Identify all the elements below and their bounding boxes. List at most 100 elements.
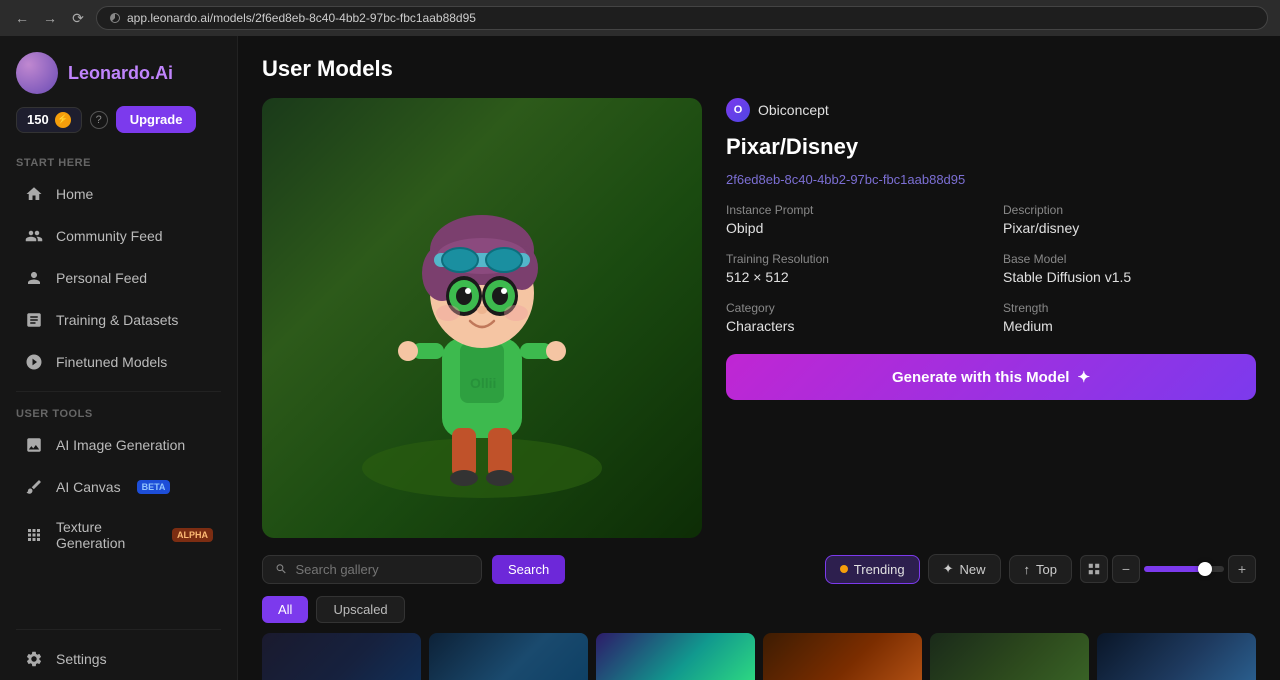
url-bar[interactable]: app.leonardo.ai/models/2f6ed8eb-8c40-4bb… xyxy=(96,6,1268,30)
sparkle-icon: ✦ xyxy=(1077,368,1090,386)
character-illustration: Ollii xyxy=(352,138,612,498)
thumbnail-4[interactable] xyxy=(763,633,922,680)
training-res-value: 512 × 512 xyxy=(726,269,979,285)
author-avatar: O xyxy=(726,98,750,122)
zoom-slider-thumb xyxy=(1198,562,1212,576)
search-button[interactable]: Search xyxy=(492,555,565,584)
page-title: User Models xyxy=(262,56,1256,82)
credits-count: 150 ⚡ xyxy=(16,107,82,133)
sidebar-item-home-label: Home xyxy=(56,186,93,202)
sidebar: Leonardo.Ai 150 ⚡ ? Upgrade Start Here H… xyxy=(0,36,238,680)
url-text: app.leonardo.ai/models/2f6ed8eb-8c40-4bb… xyxy=(127,11,476,25)
sidebar-item-ai-image-label: AI Image Generation xyxy=(56,437,185,453)
section-start-label: Start Here xyxy=(0,149,237,173)
refresh-button[interactable]: ⟳ xyxy=(68,8,88,28)
sidebar-item-ai-image[interactable]: AI Image Generation xyxy=(8,425,229,465)
model-detail: Ollii xyxy=(238,98,1280,554)
zoom-slider[interactable] xyxy=(1144,566,1224,572)
sidebar-item-finetuned-label: Finetuned Models xyxy=(56,354,167,370)
zoom-out-button[interactable]: − xyxy=(1112,555,1140,583)
sidebar-item-settings[interactable]: Settings xyxy=(8,639,229,679)
thumbnail-1[interactable] xyxy=(262,633,421,680)
meta-strength: Strength Medium xyxy=(1003,301,1256,334)
sidebar-item-community-feed[interactable]: Community Feed xyxy=(8,216,229,256)
sidebar-item-ai-canvas-label: AI Canvas xyxy=(56,479,121,495)
instance-prompt-value: Obipd xyxy=(726,220,979,236)
sidebar-item-texture-label: Texture Generation xyxy=(56,519,156,551)
meta-instance-prompt: Instance Prompt Obipd xyxy=(726,203,979,236)
sidebar-logo: Leonardo.Ai xyxy=(0,36,237,106)
category-label: Category xyxy=(726,301,979,315)
svg-text:Ollii: Ollii xyxy=(470,375,496,391)
finetuned-icon xyxy=(24,352,44,372)
top-filter-button[interactable]: ↑ Top xyxy=(1009,555,1072,584)
search-input[interactable] xyxy=(296,562,469,577)
view-controls: − + xyxy=(1080,555,1256,583)
meta-description: Description Pixar/disney xyxy=(1003,203,1256,236)
model-id[interactable]: 2f6ed8eb-8c40-4bb2-97bc-fbc1aab88d95 xyxy=(726,172,1256,187)
community-icon xyxy=(24,226,44,246)
sidebar-item-personal-feed[interactable]: Personal Feed xyxy=(8,258,229,298)
sidebar-item-training[interactable]: Training & Datasets xyxy=(8,300,229,340)
sidebar-item-texture[interactable]: Texture Generation ALPHA xyxy=(8,509,229,561)
instance-prompt-label: Instance Prompt xyxy=(726,203,979,217)
gallery-tags: All Upscaled xyxy=(262,596,1256,623)
sidebar-item-ai-canvas[interactable]: AI Canvas BETA xyxy=(8,467,229,507)
alpha-badge: ALPHA xyxy=(172,528,213,542)
sidebar-item-community-label: Community Feed xyxy=(56,228,163,244)
model-author: O Obiconcept xyxy=(726,98,1256,122)
meta-category: Category Characters xyxy=(726,301,979,334)
search-bar xyxy=(262,555,482,584)
sidebar-item-personal-label: Personal Feed xyxy=(56,270,147,286)
upgrade-button[interactable]: Upgrade xyxy=(116,106,197,133)
grid-view-button[interactable] xyxy=(1080,555,1108,583)
forward-button[interactable]: → xyxy=(40,8,60,28)
page-header: User Models xyxy=(238,36,1280,98)
browser-chrome: ← → ⟳ app.leonardo.ai/models/2f6ed8eb-8c… xyxy=(0,0,1280,36)
thumbnail-6[interactable] xyxy=(1097,633,1256,680)
meta-training-res: Training Resolution 512 × 512 xyxy=(726,252,979,285)
sidebar-bottom-divider xyxy=(16,629,221,630)
category-value: Characters xyxy=(726,318,979,334)
gallery-section: Search Trending ✦ New ↑ Top xyxy=(238,554,1280,680)
texture-icon xyxy=(24,525,44,545)
gallery-controls: Search Trending ✦ New ↑ Top xyxy=(262,554,1256,584)
zoom-in-button[interactable]: + xyxy=(1228,555,1256,583)
home-icon xyxy=(24,184,44,204)
grid-icon xyxy=(1087,562,1101,576)
logo-avatar xyxy=(16,52,58,94)
main-content: User Models Ollii xyxy=(238,36,1280,680)
description-value: Pixar/disney xyxy=(1003,220,1256,236)
tag-all-button[interactable]: All xyxy=(262,596,308,623)
generate-button[interactable]: Generate with this Model ✦ xyxy=(726,354,1256,400)
model-info: O Obiconcept Pixar/Disney 2f6ed8eb-8c40-… xyxy=(726,98,1256,538)
plus-icon: + xyxy=(1238,561,1246,577)
thumbnail-2[interactable] xyxy=(429,633,588,680)
model-meta-grid: Instance Prompt Obipd Description Pixar/… xyxy=(726,203,1256,334)
sidebar-item-settings-label: Settings xyxy=(56,651,107,667)
credits-icon: ⚡ xyxy=(55,112,71,128)
gallery-thumbnails xyxy=(262,633,1256,680)
sidebar-item-training-label: Training & Datasets xyxy=(56,312,178,328)
credits-help-button[interactable]: ? xyxy=(90,111,108,129)
beta-badge: BETA xyxy=(137,480,171,494)
minus-icon: − xyxy=(1122,561,1130,577)
sidebar-item-finetuned[interactable]: Finetuned Models xyxy=(8,342,229,382)
top-icon: ↑ xyxy=(1024,562,1031,577)
search-icon xyxy=(275,562,288,576)
tag-upscaled-button[interactable]: Upscaled xyxy=(316,596,404,623)
logo-text: Leonardo.Ai xyxy=(68,63,173,84)
new-filter-button[interactable]: ✦ New xyxy=(928,554,1001,584)
trending-filter-button[interactable]: Trending xyxy=(825,555,920,584)
sidebar-item-home[interactable]: Home xyxy=(8,174,229,214)
model-title: Pixar/Disney xyxy=(726,134,1256,160)
settings-icon xyxy=(24,649,44,669)
meta-base-model: Base Model Stable Diffusion v1.5 xyxy=(1003,252,1256,285)
training-res-label: Training Resolution xyxy=(726,252,979,266)
gallery-filters: Trending ✦ New ↑ Top xyxy=(825,554,1256,584)
back-button[interactable]: ← xyxy=(12,8,32,28)
thumbnail-5[interactable] xyxy=(930,633,1089,680)
strength-value: Medium xyxy=(1003,318,1256,334)
description-label: Description xyxy=(1003,203,1256,217)
thumbnail-3[interactable] xyxy=(596,633,755,680)
